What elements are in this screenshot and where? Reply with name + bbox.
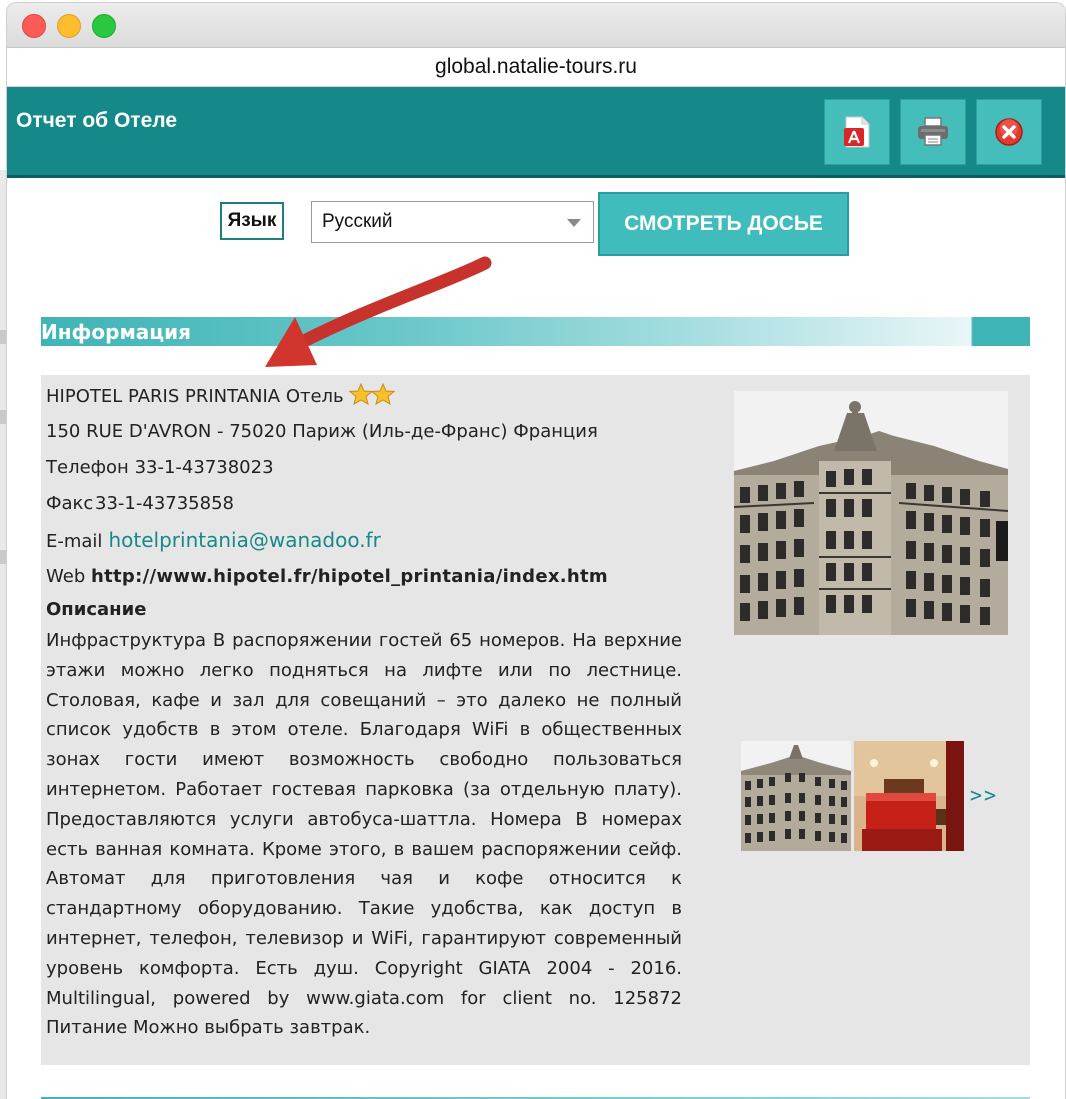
gallery-more-link[interactable]: >> — [970, 783, 998, 807]
hotel-main-photo[interactable] — [734, 391, 1008, 635]
hotel-building-image — [734, 391, 1008, 635]
pdf-export-button[interactable] — [824, 99, 890, 165]
pdf-icon — [844, 116, 870, 148]
star-icon — [349, 382, 374, 406]
phone-value: 33-1-43738023 — [134, 457, 274, 478]
web-label: Web — [46, 566, 86, 587]
hotel-web-line: Web http://www.hipotel.fr/hipotel_printa… — [46, 566, 608, 587]
hotel-stars — [349, 382, 396, 407]
hotel-name-line: HIPOTEL PARIS PRINTANIA Отель — [46, 382, 396, 407]
phone-label: Телефон — [46, 457, 129, 478]
page-title: Отчет об Отеле — [16, 109, 178, 132]
annotation-arrow-icon — [265, 256, 492, 367]
section-header: Информация — [41, 317, 1030, 346]
browser-window: global.natalie-tours.ru Отчет об Отеле Я… — [7, 3, 1065, 1099]
hotel-phone-line: Телефон 33-1-43738023 — [46, 457, 274, 478]
window-titlebar — [7, 3, 1065, 48]
description-title: Описание — [46, 599, 147, 620]
section-title: Информация — [41, 320, 191, 344]
thumbnail-building-image — [741, 741, 851, 851]
email-link[interactable]: hotelprintania@wanadoo.fr — [108, 528, 380, 552]
star-icon — [371, 382, 396, 406]
hotel-name: HIPOTEL PARIS PRINTANIA Отель — [46, 386, 344, 407]
hotel-address: 150 RUE D'AVRON - 75020 Париж (Иль-де-Фр… — [46, 421, 598, 442]
web-url[interactable]: http://www.hipotel.fr/hipotel_printania/… — [91, 566, 608, 587]
fax-value: 33-1-43735858 — [95, 493, 234, 514]
close-circle-icon — [995, 118, 1023, 146]
chevron-down-icon — [567, 219, 581, 227]
hotel-info-panel: HIPOTEL PARIS PRINTANIA Отель 150 RUE D'… — [41, 375, 1030, 1065]
gallery-thumbnail[interactable] — [854, 741, 964, 851]
gallery-thumbnail[interactable] — [741, 741, 851, 851]
print-icon — [918, 117, 948, 146]
language-select[interactable]: Русский — [311, 201, 594, 243]
report-header: Отчет об Отеле — [7, 87, 1065, 178]
fax-label: Факс — [46, 493, 94, 514]
print-button[interactable] — [900, 99, 966, 165]
window-close-button[interactable] — [22, 14, 46, 38]
close-report-button[interactable] — [976, 99, 1042, 165]
email-label: E-mail — [46, 531, 103, 552]
address-bar[interactable]: global.natalie-tours.ru — [7, 48, 1065, 87]
language-select-value: Русский — [322, 211, 393, 232]
view-dossier-button[interactable]: СМОТРЕТЬ ДОСЬЕ — [598, 192, 849, 256]
hotel-email-line: E-mail hotelprintania@wanadoo.fr — [46, 528, 381, 552]
description-text: Инфраструктура В распоряжении гостей 65 … — [46, 630, 682, 1039]
hotel-fax-line: Факс 33-1-43735858 — [46, 493, 234, 514]
language-label: Язык — [220, 202, 284, 240]
thumbnail-room-image — [854, 741, 964, 851]
window-zoom-button[interactable] — [92, 14, 116, 38]
window-minimize-button[interactable] — [57, 14, 81, 38]
